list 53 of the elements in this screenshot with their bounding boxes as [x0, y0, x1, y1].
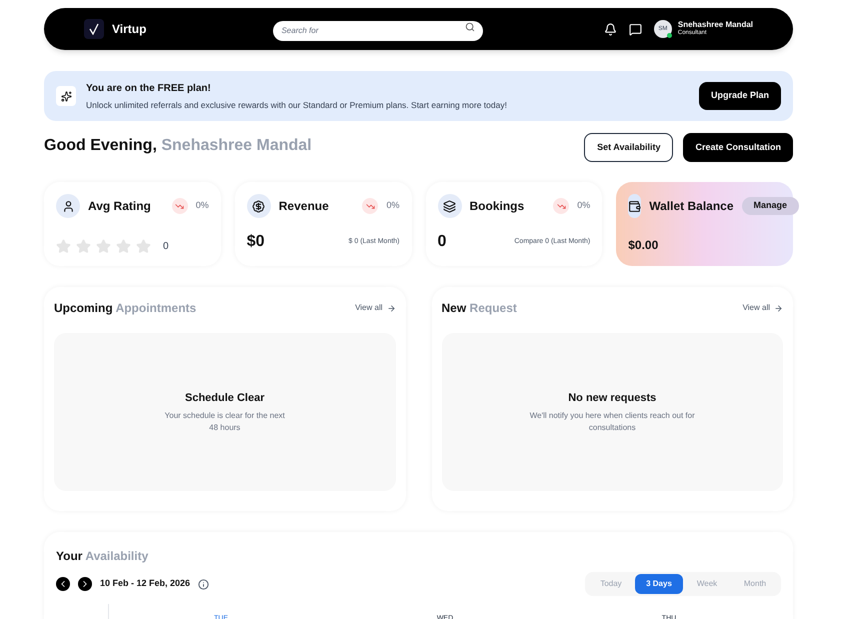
trend-down-icon — [172, 198, 188, 214]
stat-value: 0 — [438, 232, 446, 252]
card-title: Bookings — [470, 198, 524, 215]
next-button[interactable] — [78, 577, 92, 591]
info-icon[interactable] — [198, 578, 210, 590]
empty-title: Schedule Clear — [185, 390, 264, 406]
arrow-right-icon — [774, 304, 783, 312]
greeting-heading: Good Evening, Snehashree Mandal — [44, 136, 312, 156]
create-button[interactable]: Create Consultation — [683, 133, 793, 162]
change-percent: 0% — [577, 199, 590, 212]
star-icon — [96, 239, 111, 254]
arrow-right-icon — [386, 304, 396, 312]
empty-text: We'll notify you here when clients reach out for consultations — [528, 410, 696, 434]
card-title: Revenue — [278, 198, 329, 215]
chat-icon[interactable] — [628, 22, 642, 36]
star-icon — [76, 239, 91, 254]
money-bag-icon — [246, 194, 271, 218]
card-title: Wallet Balance — [649, 198, 734, 215]
star-icon — [116, 239, 131, 254]
user-icon — [56, 194, 80, 218]
trend-down-icon — [553, 198, 570, 214]
banner-title: You are on the FREE plan! — [86, 82, 212, 96]
upgrade-plan-button[interactable]: Upgrade Plan — [698, 82, 781, 110]
view-all-link[interactable]: View all — [355, 302, 396, 314]
panel-title: New Request — [442, 300, 517, 317]
change-percent: 0% — [386, 199, 400, 212]
empty-text: Your schedule is clear for the next 48 hours — [164, 410, 286, 434]
layers-icon — [438, 194, 462, 218]
search-icon — [465, 22, 476, 32]
user-name: Snehashree Mandal — [678, 20, 753, 29]
stat-value: $0 — [246, 232, 265, 252]
brand-name: Virtup — [112, 21, 146, 38]
panel-title: Upcoming Appointments — [54, 300, 196, 317]
star-icon — [136, 239, 151, 254]
bell-icon[interactable] — [604, 22, 617, 36]
card-title: Avg Rating — [88, 198, 151, 215]
set-availability-button[interactable]: Set Availability — [584, 133, 674, 162]
empty-title: No new requests — [568, 390, 656, 406]
search-field[interactable]: Search for — [273, 20, 484, 40]
banner-text: Unlock unlimited referrals and exclusive rewards with our Standard or Premium plans. Start earning more today! — [86, 98, 507, 112]
availability-title: Your Availability — [56, 549, 148, 563]
wallet-amount: $0.00 — [628, 237, 660, 254]
change-percent: 0% — [196, 199, 209, 212]
rating-value: 0 — [163, 240, 169, 254]
view-all-link[interactable]: View all — [742, 302, 783, 314]
logo-icon — [84, 19, 104, 39]
trend-down-icon — [362, 198, 378, 214]
wallet-icon — [628, 194, 642, 218]
previous-button[interactable] — [56, 577, 70, 591]
star-icon — [56, 239, 71, 254]
manage-button[interactable]: Manage — [742, 197, 800, 215]
view-tab[interactable]: 3 Days — [635, 574, 683, 594]
date-range: 10 Feb - 12 Feb, 2026 — [100, 577, 190, 590]
